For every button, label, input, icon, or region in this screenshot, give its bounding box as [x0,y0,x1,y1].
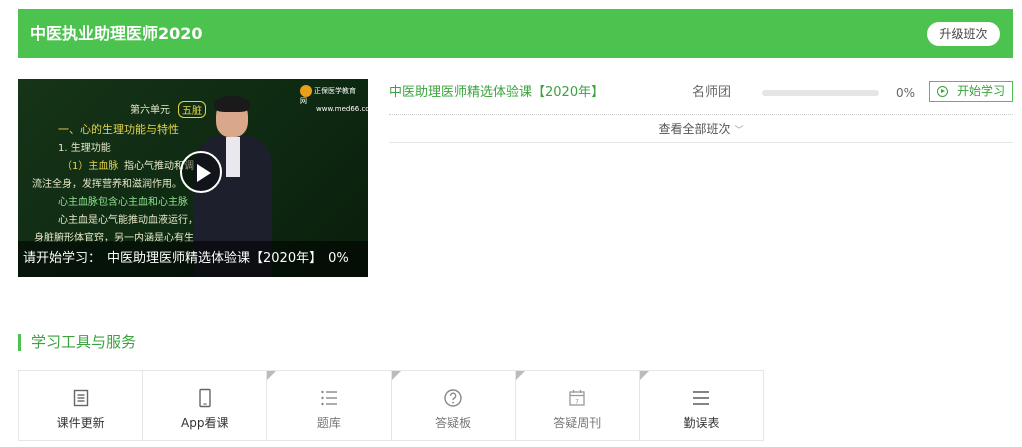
course-row: 中医助理医师精选体验课【2020年】 名师团 0% 开始学习 [389,79,1013,115]
video-player[interactable]: 第六单元 五脏 一、心的生理功能与特性 1. 生理功能 （1）主血脉 指心气推动… [18,79,368,277]
corner-marker [515,371,525,380]
upgrade-class-button[interactable]: 升级班次 [927,22,1000,46]
corner-marker [639,371,649,380]
tool-app-watch[interactable]: App看课 [143,371,268,440]
caption-progress: 0% [328,251,349,266]
menu-icon [693,391,710,405]
play-icon[interactable] [180,151,222,193]
tool-courseware-update[interactable]: 课件更新 [19,371,144,440]
caption-prefix: 请开始学习： [23,251,102,266]
board-line: 心主血是心气能推动血液运行， [58,215,198,226]
board-line: 一、心的生理功能与特性 [58,123,179,136]
phone-icon [199,388,211,408]
course-team: 名师团 [692,85,732,100]
tool-errata[interactable]: 勤误表 [639,371,763,440]
tool-label: 勤误表 [683,416,720,430]
video-caption: 请开始学习： 中医助理医师精选体验课【2020年】 0% [18,241,368,277]
logo-icon [300,85,312,97]
start-learning-label: 开始学习 [956,84,1005,98]
tool-qa-weekly[interactable]: 7 答疑周刊 [515,371,640,440]
tool-qa-board[interactable]: 答疑板 [391,371,516,440]
course-header: 中医执业助理医师2020 升级班次 [18,9,1013,58]
logo-url: www.med66.com [316,105,368,113]
tool-label: App看课 [181,416,229,430]
view-all-label: 查看全部班次 [658,122,731,136]
page-title: 中医执业助理医师2020 [30,24,203,43]
board-line: 流注全身，发挥营养和滋润作用。 [32,179,182,190]
tool-label: 答疑周刊 [553,416,602,430]
board-line: 心主血脉包含心主血和心主脉 [58,197,188,208]
tool-question-bank[interactable]: 题库 [267,371,392,440]
play-circle-icon [937,86,948,97]
corner-marker [267,371,277,380]
board-line: 1. 生理功能 [58,143,111,154]
tool-label: 课件更新 [56,416,105,430]
calendar-icon: 7 [569,390,585,406]
list-icon [321,390,337,406]
svg-text:7: 7 [575,398,579,405]
question-icon [444,389,462,407]
document-icon [73,389,88,407]
tools-section-title: 学习工具与服务 [18,334,136,351]
progress-bar [762,90,879,96]
corner-marker [391,371,401,380]
tools-grid: 课件更新 App看课 题库 答疑板 7 答疑周刊 勤误表 [18,370,764,441]
caption-course: 中医助理医师精选体验课【2020年】 [107,251,323,266]
chevron-down-icon: ﹀ [734,126,744,136]
video-logo: 正保医学教育网 www.med66.com [300,85,368,113]
tool-label: 答疑板 [435,416,472,430]
start-learning-button[interactable]: 开始学习 [929,81,1013,102]
board-line: （1）主血脉 [62,161,119,172]
course-title-link[interactable]: 中医助理医师精选体验课【2020年】 [389,79,604,107]
view-all-classes-link[interactable]: 查看全部班次 ﹀ [389,115,1013,143]
tool-label: 题库 [316,416,341,430]
progress-text: 0% [896,86,916,100]
board-line: 第六单元 [130,105,170,116]
